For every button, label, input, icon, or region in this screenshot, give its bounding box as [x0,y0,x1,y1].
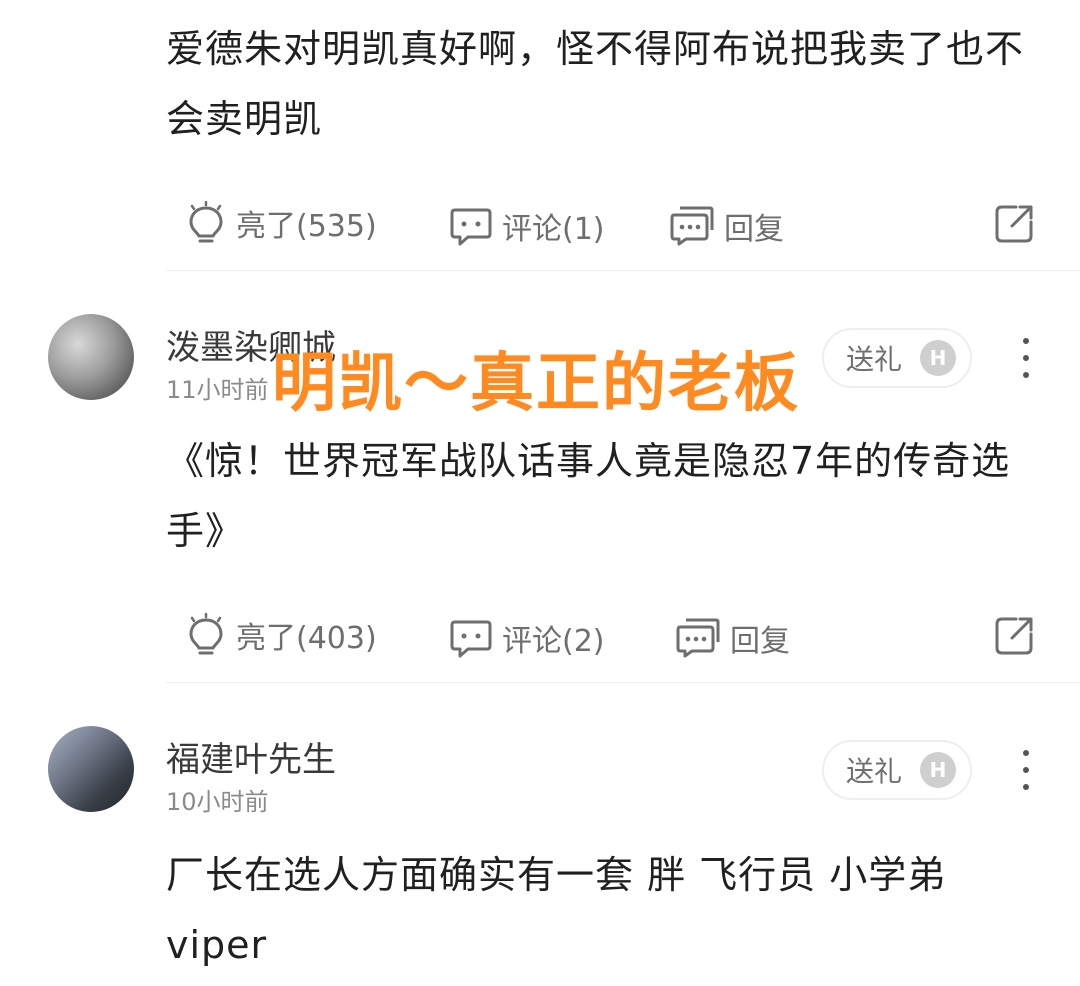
gift-button[interactable]: 送礼 H [822,328,973,388]
like-button[interactable]: 亮了(403) [186,612,377,658]
avatar[interactable] [48,726,134,812]
gift-label: 送礼 [846,343,903,376]
lightbulb-icon [189,612,223,655]
share-icon [995,617,1033,655]
h-badge-icon: H [920,340,957,376]
overlay-caption: 明凯～真正的老板 [272,347,800,421]
comment-button[interactable]: 评论(2) [450,616,605,660]
like-count: 亮了(403) [236,621,377,656]
share-button[interactable] [994,204,1034,248]
share-icon [995,205,1033,243]
username[interactable]: 福建叶先生 [166,732,336,781]
lightbulb-icon [189,200,223,243]
divider [166,270,1080,271]
reply-label: 回复 [724,212,784,247]
reply-button[interactable]: 回复 [670,204,784,248]
comment-icon [450,620,492,658]
h-badge-icon: H [920,752,957,788]
share-button[interactable] [994,616,1034,660]
post-1-content: 爱德朱对明凯真好啊，怪不得阿布说把我卖了也不会卖明凯 [166,27,1025,141]
like-button[interactable]: 亮了(535) [186,200,377,246]
comment-icon [450,208,492,246]
more-options-icon[interactable] [1021,338,1031,378]
comment-count: 评论(2) [502,624,605,659]
reply-icon [670,206,714,246]
post-2-content: 《惊！世界冠军战队话事人竟是隐忍7年的传奇选手》 [166,439,1011,553]
reply-button[interactable]: 回复 [676,616,790,660]
timestamp: 11小时前 [166,376,269,404]
more-options-icon[interactable] [1021,750,1031,790]
reply-label: 回复 [730,624,790,659]
reply-icon [676,618,720,658]
comment-count: 评论(1) [502,212,605,247]
like-count: 亮了(535) [236,209,377,244]
divider [166,682,1080,683]
gift-label: 送礼 [846,755,903,788]
avatar[interactable] [48,314,134,400]
comment-button[interactable]: 评论(1) [450,204,605,248]
post-3-content: 厂长在选人方面确实有一套 胖 飞行员 小学弟 viper [166,853,947,967]
timestamp: 10小时前 [166,788,269,816]
gift-button[interactable]: 送礼 H [822,740,973,800]
